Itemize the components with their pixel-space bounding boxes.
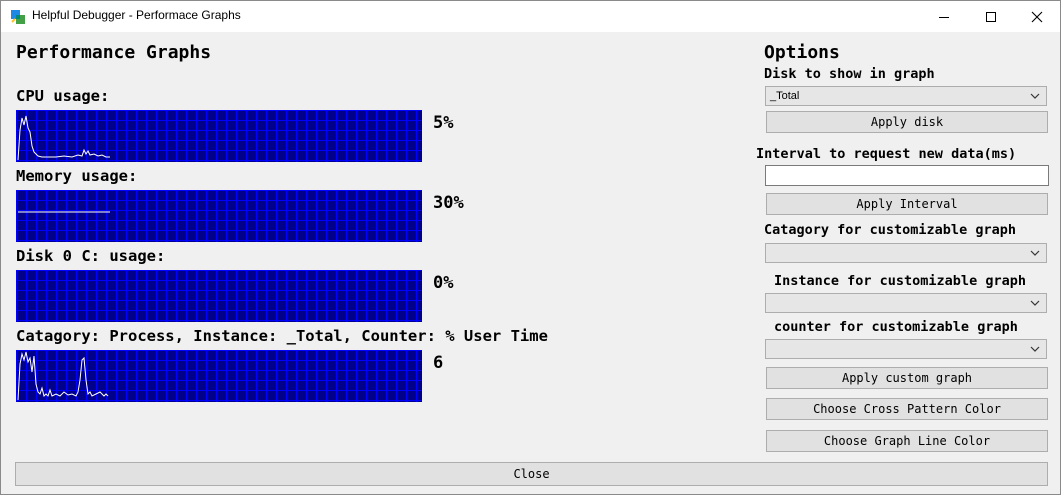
apply-interval-button[interactable]: Apply Interval xyxy=(766,193,1048,215)
custom-graph-label: Catagory: Process, Instance: _Total, Cou… xyxy=(16,327,548,345)
app-icon xyxy=(10,9,26,25)
custom-graph-canvas xyxy=(16,350,422,402)
page-title: Performance Graphs xyxy=(16,42,212,63)
disk-graph-label: Disk 0 C: usage: xyxy=(16,247,166,265)
counter-select[interactable] xyxy=(765,339,1047,359)
chevron-down-icon xyxy=(1030,250,1040,256)
interval-input[interactable] xyxy=(765,165,1049,186)
minimize-button[interactable] xyxy=(921,1,967,32)
choose-graph-line-color-button[interactable]: Choose Graph Line Color xyxy=(766,430,1048,452)
close-icon xyxy=(1031,11,1043,22)
window-title: Helpful Debugger - Performace Graphs xyxy=(32,8,241,22)
minimize-icon xyxy=(939,16,949,18)
disk-graph xyxy=(16,270,422,322)
memory-usage-value: 30% xyxy=(433,193,464,213)
disk-select-value: _Total xyxy=(770,90,800,102)
cpu-usage-value: 5% xyxy=(433,113,454,133)
disk-select[interactable]: _Total xyxy=(765,86,1047,106)
disk-usage-value: 0% xyxy=(433,273,454,293)
apply-custom-graph-button[interactable]: Apply custom graph xyxy=(766,367,1048,389)
counter-label: counter for customizable graph xyxy=(774,319,1018,335)
memory-graph xyxy=(16,190,422,242)
memory-graph-canvas xyxy=(16,190,422,242)
maximize-icon xyxy=(986,11,996,22)
title-bar[interactable]: Helpful Debugger - Performace Graphs xyxy=(1,1,1060,32)
apply-disk-button[interactable]: Apply disk xyxy=(766,111,1048,133)
close-button[interactable]: Close xyxy=(15,462,1048,486)
close-window-button[interactable] xyxy=(1014,1,1060,32)
category-label: Catagory for customizable graph xyxy=(764,222,1016,238)
cross-pattern-grid xyxy=(16,110,422,162)
chevron-down-icon xyxy=(1030,346,1040,352)
app-window: Helpful Debugger - Performace Graphs Per… xyxy=(0,0,1061,495)
instance-select[interactable] xyxy=(765,293,1047,313)
cpu-graph xyxy=(16,110,422,162)
maximize-button[interactable] xyxy=(968,1,1014,32)
options-heading: Options xyxy=(764,42,840,63)
interval-label: Interval to request new data(ms) xyxy=(756,146,1017,162)
cross-pattern-grid xyxy=(16,190,422,242)
chevron-down-icon xyxy=(1030,93,1040,99)
custom-graph-line xyxy=(17,351,109,401)
disk-graph-canvas xyxy=(16,270,422,322)
custom-graph xyxy=(16,350,422,402)
memory-graph-label: Memory usage: xyxy=(16,167,138,185)
disk-select-label: Disk to show in graph xyxy=(764,66,935,82)
instance-label: Instance for customizable graph xyxy=(774,273,1026,289)
chevron-down-icon xyxy=(1030,300,1040,306)
choose-cross-pattern-color-button[interactable]: Choose Cross Pattern Color xyxy=(766,398,1048,420)
custom-graph-value: 6 xyxy=(433,353,444,373)
cross-pattern-grid xyxy=(16,270,422,322)
cpu-graph-canvas xyxy=(16,110,422,162)
category-select[interactable] xyxy=(765,243,1047,263)
cpu-graph-label: CPU usage: xyxy=(16,87,110,105)
